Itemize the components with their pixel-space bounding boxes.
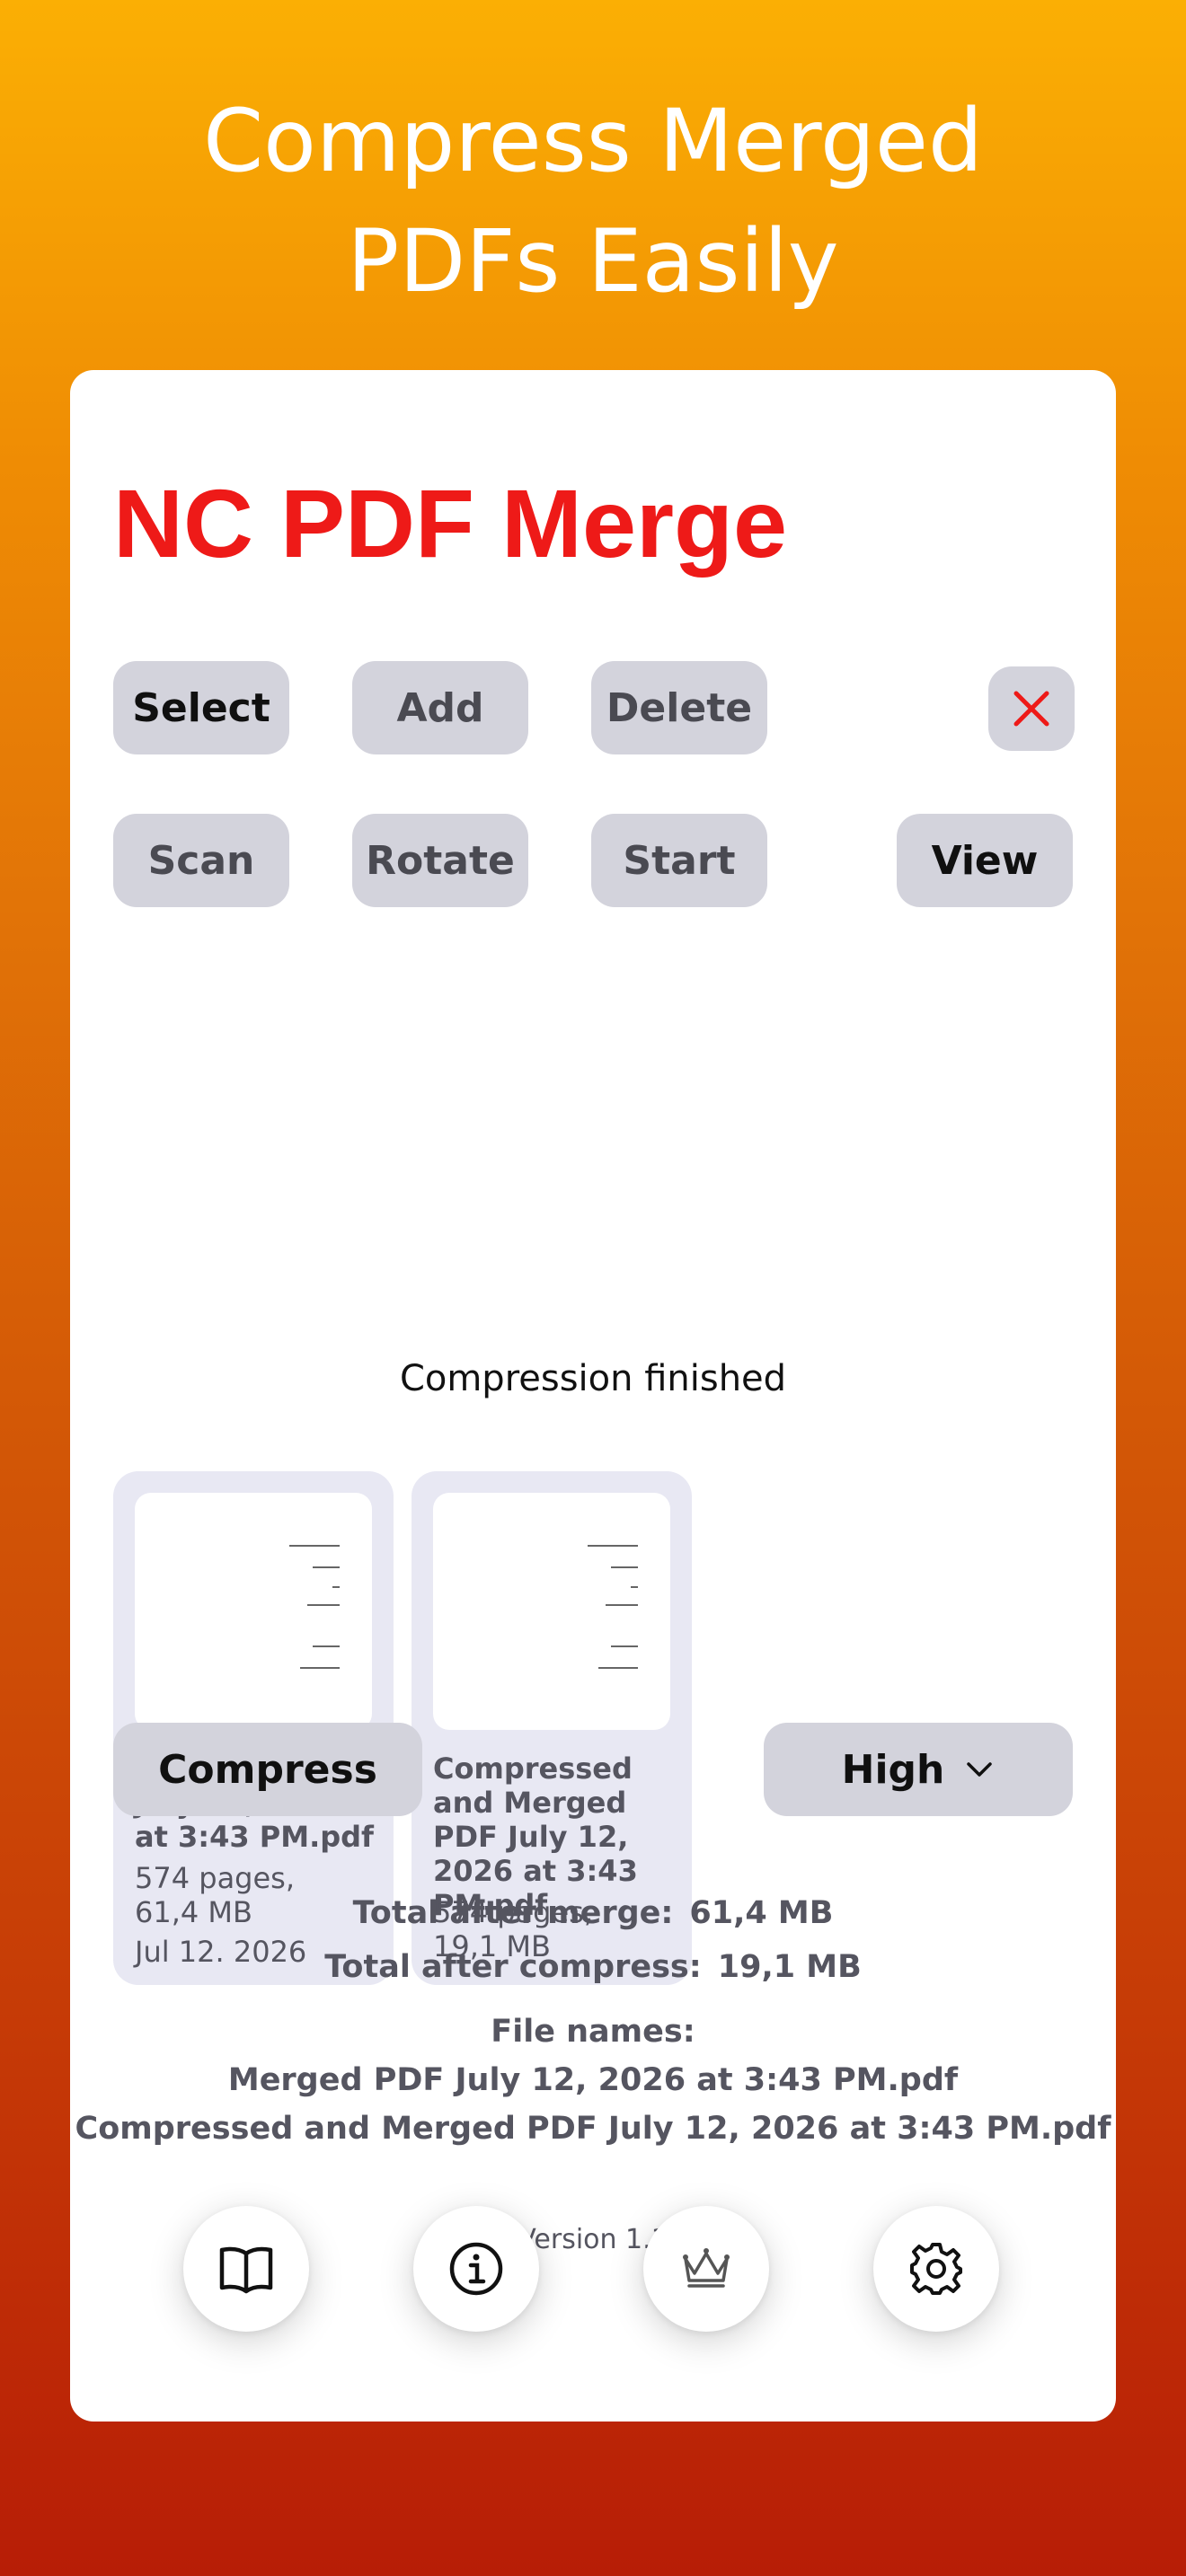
file-pages: 574 pages, (135, 1861, 296, 1895)
info-icon (449, 2242, 503, 2296)
compression-level-value: High (841, 1746, 945, 1793)
settings-button[interactable] (873, 2206, 999, 2332)
pdf-thumbnail (135, 1493, 372, 1730)
chevron-down-icon (967, 1762, 993, 1777)
promo-headline: Compress Merged PDFs Easily (0, 81, 1186, 322)
manual-button[interactable] (183, 2206, 309, 2332)
book-icon (219, 2246, 273, 2294)
scan-button[interactable]: Scan (113, 814, 289, 907)
close-icon (1013, 691, 1049, 727)
total-compress-label: Total after compress: (324, 1949, 702, 1985)
total-merge-label: Total after merge: (352, 1895, 674, 1931)
total-merge-value: 61,4 MB (689, 1895, 834, 1931)
add-button[interactable]: Add (352, 661, 528, 754)
compression-level-select[interactable]: High (764, 1723, 1073, 1816)
file-name-merged: Merged PDF July 12, 2026 at 3:43 PM.pdf (227, 2062, 959, 2098)
select-button[interactable]: Select (113, 661, 289, 754)
premium-button[interactable] (643, 2206, 769, 2332)
close-button[interactable] (988, 666, 1075, 751)
total-after-merge: Total after merge: 61,4 MB (70, 1895, 1116, 1931)
app-title: NC PDF Merge (113, 469, 788, 578)
headline-line-1: Compress Merged (203, 91, 983, 191)
file-name-compressed: Compressed and Merged PDF July 12, 2026 … (75, 2111, 1111, 2147)
pdf-thumbnail (433, 1493, 670, 1730)
file-names-label: File names: (491, 2014, 695, 2050)
info-button[interactable] (413, 2206, 539, 2332)
delete-button[interactable]: Delete (591, 661, 767, 754)
view-button[interactable]: View (897, 814, 1073, 907)
total-compress-value: 19,1 MB (717, 1949, 862, 1985)
headline-line-2: PDFs Easily (347, 211, 839, 312)
status-text: Compression finished (399, 1358, 787, 1399)
total-after-compress: Total after compress: 19,1 MB (70, 1949, 1116, 1985)
rotate-button[interactable]: Rotate (352, 814, 528, 907)
compress-button[interactable]: Compress (113, 1723, 422, 1816)
start-button[interactable]: Start (591, 814, 767, 907)
gear-icon (910, 2243, 962, 2295)
crown-icon (683, 2248, 730, 2288)
app-window: NC PDF Merge Select Add Delete Scan Rota… (70, 370, 1116, 2422)
